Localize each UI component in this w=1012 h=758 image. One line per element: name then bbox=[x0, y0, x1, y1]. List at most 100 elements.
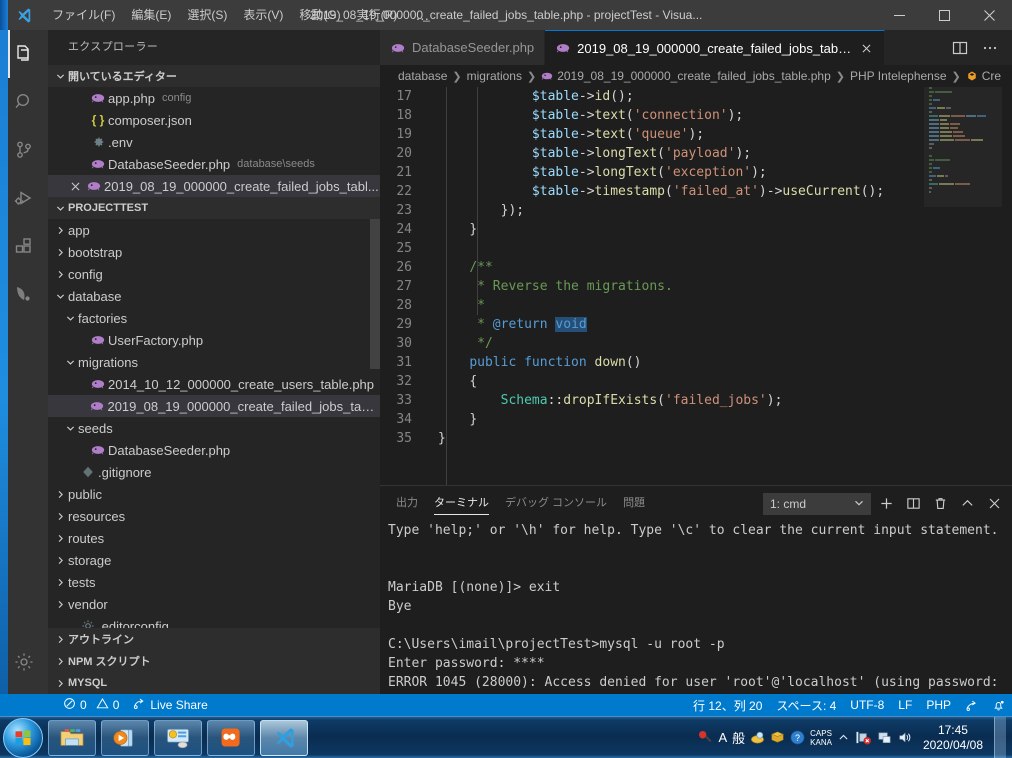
taskbar-media-player[interactable] bbox=[101, 719, 149, 756]
menu-file[interactable]: ファイル(F) bbox=[44, 0, 123, 30]
status-cursor-position[interactable]: 行 12、列 20 bbox=[686, 694, 769, 716]
panel-tab-output[interactable]: 出力 bbox=[388, 486, 426, 521]
breadcrumb-database[interactable]: database bbox=[398, 69, 447, 83]
open-editor-item[interactable]: .env bbox=[48, 131, 380, 153]
activity-run-debug[interactable] bbox=[0, 174, 48, 222]
ime-dictionary-icon[interactable] bbox=[770, 730, 785, 745]
file-tree-item[interactable]: DatabaseSeeder.php bbox=[48, 439, 380, 461]
file-tree-item[interactable]: tests bbox=[48, 571, 380, 593]
file-tree-item[interactable]: seeds bbox=[48, 417, 380, 439]
file-tree-item[interactable]: storage bbox=[48, 549, 380, 571]
file-tree-item[interactable]: resources bbox=[48, 505, 380, 527]
more-actions-ellipsis-icon[interactable] bbox=[976, 34, 1004, 62]
status-indentation[interactable]: スペース: 4 bbox=[769, 694, 843, 716]
section-outline[interactable]: アウトライン bbox=[48, 628, 380, 650]
status-live-share[interactable]: Live Share bbox=[126, 694, 214, 716]
status-language-mode[interactable]: PHP bbox=[919, 694, 958, 716]
close-icon[interactable] bbox=[967, 0, 1012, 30]
sidebar-scrollbar[interactable] bbox=[370, 219, 380, 369]
activity-search[interactable] bbox=[0, 78, 48, 126]
section-open-editors[interactable]: 開いているエディター bbox=[48, 65, 380, 87]
ime-help-icon[interactable]: ? bbox=[790, 730, 805, 745]
ime-mode-alphanumeric[interactable]: A bbox=[718, 730, 727, 745]
taskbar-visual-studio-code[interactable] bbox=[260, 719, 308, 756]
activity-database[interactable] bbox=[0, 270, 48, 318]
taskbar-xampp[interactable] bbox=[207, 719, 255, 756]
file-tree-item[interactable]: public bbox=[48, 483, 380, 505]
breadcrumb-symbol-provider[interactable]: PHP Intelephense bbox=[850, 69, 947, 83]
editor-tab-create-failed-jobs[interactable]: 2019_08_19_000000_create_failed_jobs_tab… bbox=[545, 30, 886, 65]
panel-tab-problems[interactable]: 問題 bbox=[615, 486, 653, 521]
open-editor-item[interactable]: { } composer.json bbox=[48, 109, 380, 131]
status-notifications-bell-icon[interactable] bbox=[985, 694, 1012, 716]
minimize-icon[interactable] bbox=[877, 0, 922, 30]
activity-extensions[interactable] bbox=[0, 222, 48, 270]
editor-tab-databaseseeder[interactable]: DatabaseSeeder.php bbox=[380, 30, 546, 65]
ime-mode-kanji[interactable]: 般 bbox=[732, 728, 745, 747]
volume-icon[interactable] bbox=[897, 730, 912, 745]
section-npm-scripts[interactable]: NPM スクリプト bbox=[48, 650, 380, 672]
file-tree-item[interactable]: bootstrap bbox=[48, 241, 380, 263]
file-tree-item[interactable]: 2019_08_19_000000_create_failed_jobs_tab… bbox=[48, 395, 380, 417]
status-problems[interactable]: 0 0 bbox=[56, 694, 126, 716]
menu-view[interactable]: 表示(V) bbox=[235, 0, 291, 30]
code-editor[interactable]: 17 $table->id(); 18 $table->text('connect… bbox=[380, 87, 1012, 485]
ime-tools-icon[interactable] bbox=[750, 730, 765, 745]
section-mysql[interactable]: MYSQL bbox=[48, 672, 380, 694]
taskbar-clock[interactable]: 17:45 2020/04/08 bbox=[917, 723, 989, 753]
status-encoding[interactable]: UTF-8 bbox=[843, 694, 891, 716]
panel-tab-debug-console[interactable]: デバッグ コンソール bbox=[497, 486, 615, 521]
activity-manage-gear-icon[interactable] bbox=[0, 638, 48, 686]
open-editor-item[interactable]: DatabaseSeeder.php database\seeds bbox=[48, 153, 380, 175]
breadcrumb-class[interactable]: Cre bbox=[966, 69, 1001, 83]
breadcrumb-migrations[interactable]: migrations bbox=[467, 69, 522, 83]
open-editor-item[interactable]: app.php config bbox=[48, 87, 380, 109]
status-feedback-smiley-icon[interactable] bbox=[958, 694, 985, 716]
show-desktop-button[interactable] bbox=[994, 716, 1006, 758]
close-tab-icon[interactable] bbox=[859, 44, 874, 53]
status-eol[interactable]: LF bbox=[891, 694, 919, 716]
menu-go[interactable]: 移動(G) bbox=[291, 0, 348, 30]
file-tree-item[interactable]: UserFactory.php bbox=[48, 329, 380, 351]
maximize-panel-chevron-up-icon[interactable] bbox=[955, 492, 979, 516]
file-tree-item[interactable]: app bbox=[48, 219, 380, 241]
minimap-slider[interactable] bbox=[924, 87, 1002, 207]
network-error-icon[interactable] bbox=[855, 730, 872, 745]
menu-bar[interactable]: ファイル(F) 編集(E) 選択(S) 表示(V) 移動(G) 実行(R) … bbox=[38, 0, 439, 30]
open-editor-item-active[interactable]: 2019_08_19_000000_create_failed_jobs_tab… bbox=[48, 175, 380, 197]
ime-caps-kana-indicator[interactable]: CAPS KANA bbox=[810, 729, 832, 747]
file-tree-item[interactable]: factories bbox=[48, 307, 380, 329]
maximize-icon[interactable] bbox=[922, 0, 967, 30]
menu-selection[interactable]: 選択(S) bbox=[179, 0, 235, 30]
file-tree-item[interactable]: migrations bbox=[48, 351, 380, 373]
windows-start-orb-icon[interactable] bbox=[3, 717, 43, 758]
ime-pen-icon[interactable] bbox=[698, 730, 713, 745]
activity-source-control[interactable] bbox=[0, 126, 48, 174]
section-project-root[interactable]: PROJECTTEST bbox=[48, 197, 380, 219]
new-terminal-plus-icon[interactable] bbox=[874, 492, 898, 516]
split-terminal-icon[interactable] bbox=[901, 492, 925, 516]
file-tree-item[interactable]: routes bbox=[48, 527, 380, 549]
file-tree-item[interactable]: 2014_10_12_000000_create_users_table.php bbox=[48, 373, 380, 395]
split-editor-icon[interactable] bbox=[946, 34, 974, 62]
close-editor-icon[interactable] bbox=[66, 182, 84, 191]
taskbar-control-panel[interactable] bbox=[154, 719, 202, 756]
file-tree-item[interactable]: .editorconfig bbox=[48, 615, 380, 628]
tray-overflow-chevron-up-icon[interactable] bbox=[837, 731, 850, 744]
activity-explorer[interactable] bbox=[0, 30, 48, 78]
breadcrumb-file[interactable]: 2019_08_19_000000_create_failed_jobs_tab… bbox=[541, 69, 831, 83]
menu-overflow-button[interactable]: … bbox=[405, 0, 439, 30]
kill-terminal-trash-icon[interactable] bbox=[928, 492, 952, 516]
terminal-selector-dropdown[interactable]: 1: cmd bbox=[763, 492, 871, 515]
panel-tab-terminal[interactable]: ターミナル bbox=[426, 486, 497, 521]
file-tree-item[interactable]: config bbox=[48, 263, 380, 285]
editor-vertical-scrollbar[interactable] bbox=[1002, 87, 1012, 485]
window-controls[interactable] bbox=[877, 0, 1012, 30]
menu-run[interactable]: 実行(R) bbox=[349, 0, 406, 30]
editor-minimap[interactable] bbox=[924, 87, 1002, 485]
file-tree-item[interactable]: .gitignore bbox=[48, 461, 380, 483]
file-tree-item[interactable]: database bbox=[48, 285, 380, 307]
display-icon[interactable] bbox=[877, 730, 892, 745]
close-panel-icon[interactable] bbox=[982, 492, 1006, 516]
taskbar-file-explorer[interactable] bbox=[48, 719, 96, 756]
